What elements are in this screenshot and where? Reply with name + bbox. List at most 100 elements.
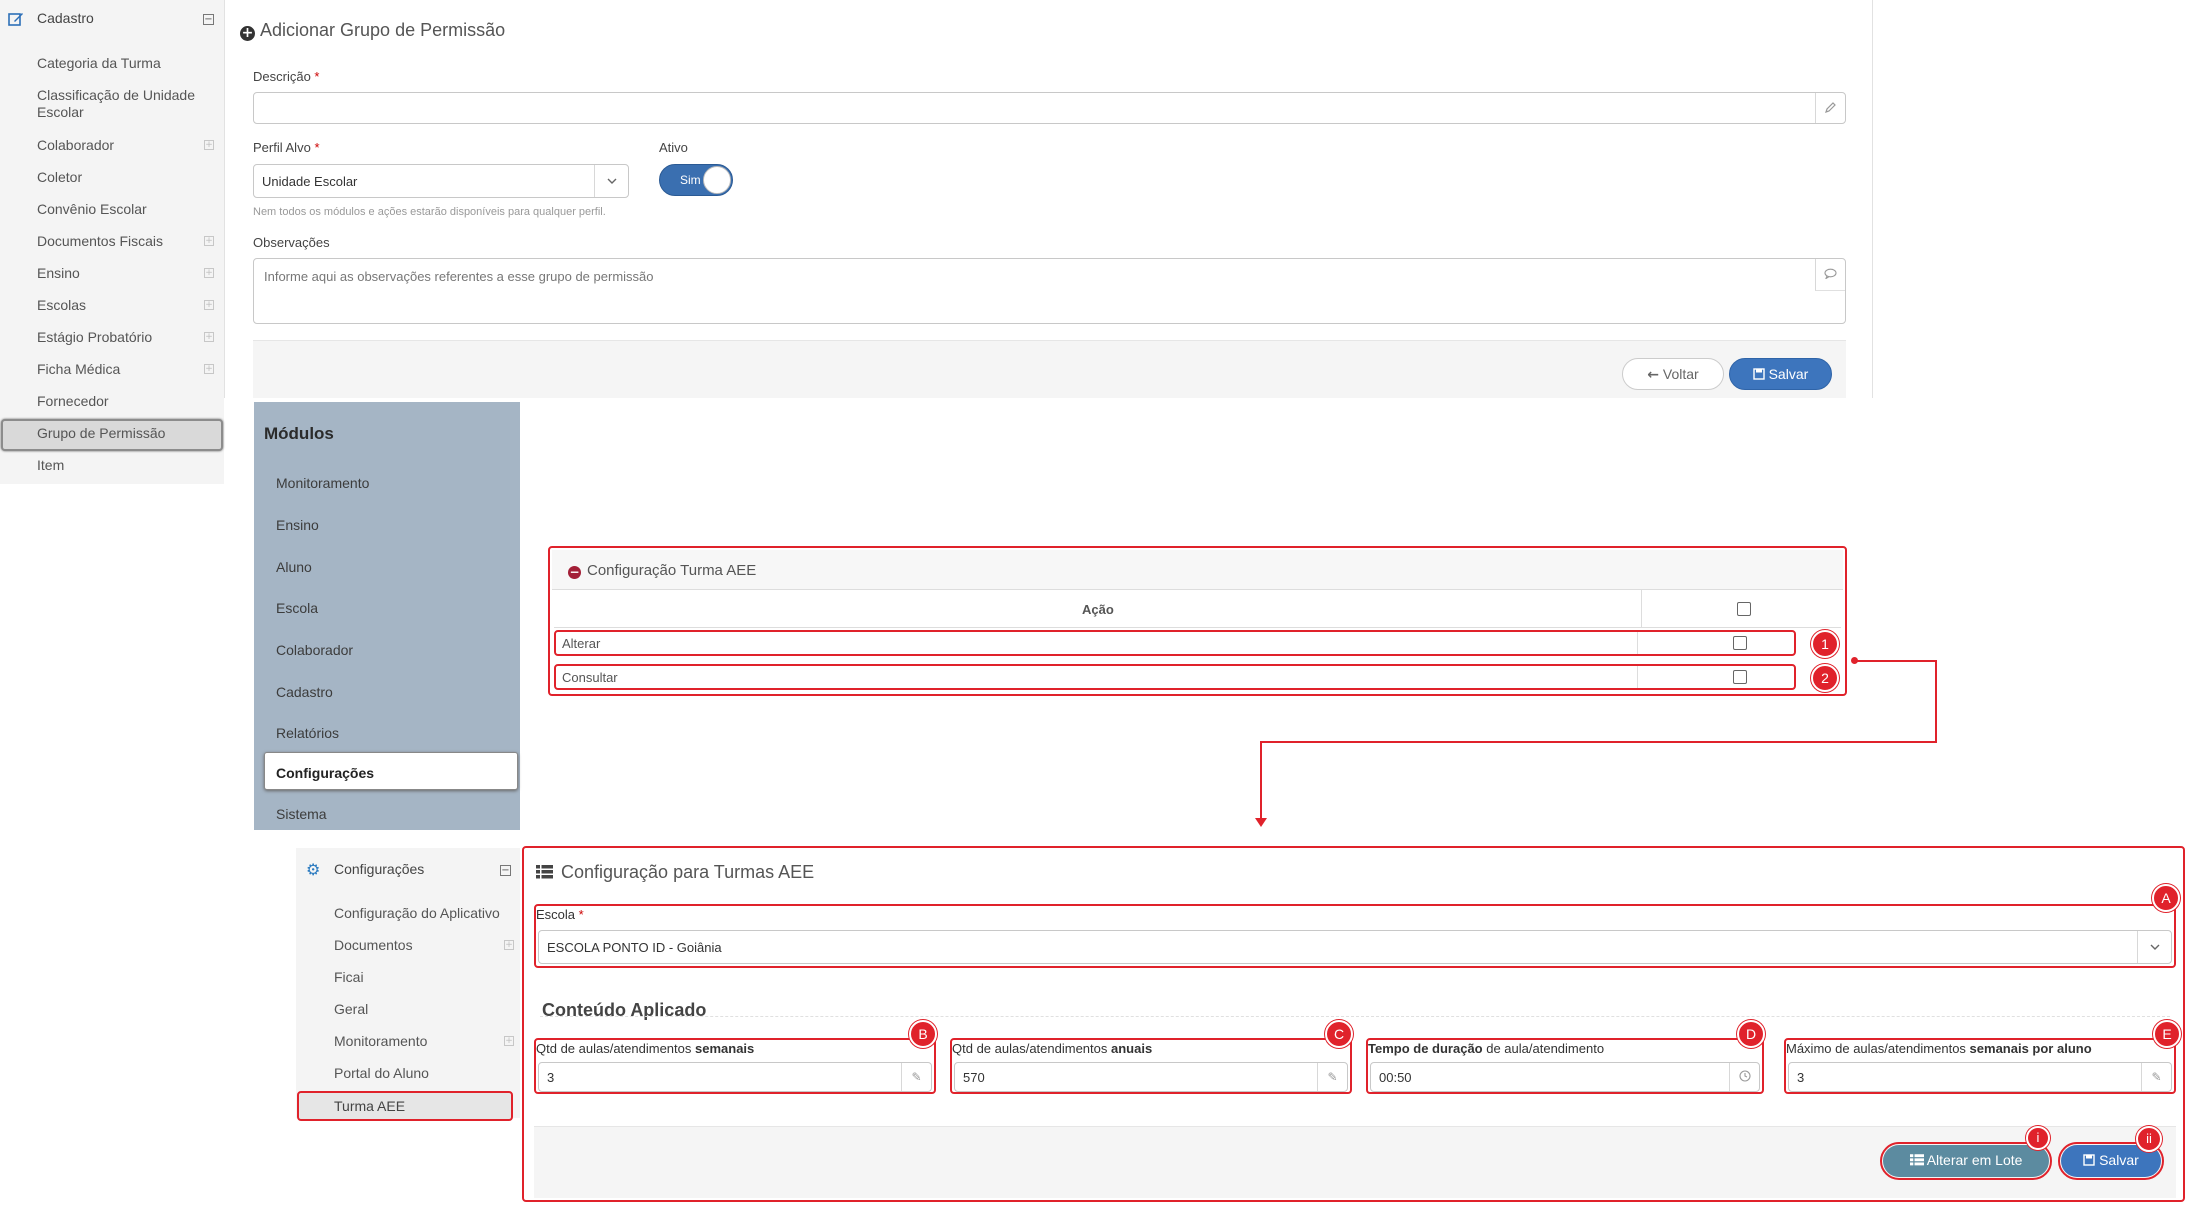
consultar-checkbox[interactable] bbox=[1733, 670, 1747, 684]
field-group-maximo: Máximo de aulas/atendimentos semanais po… bbox=[1784, 1038, 2176, 1094]
arrow-left-icon: ← bbox=[1647, 367, 1660, 383]
config-item-aplicativo[interactable]: Configuração do Aplicativo bbox=[334, 905, 500, 922]
expand-icon[interactable]: + bbox=[204, 332, 214, 342]
select-all-checkbox[interactable] bbox=[1737, 602, 1751, 616]
divider bbox=[224, 0, 225, 398]
voltar-button[interactable]: ← Voltar bbox=[1622, 358, 1724, 390]
module-item-escola[interactable]: Escola bbox=[276, 600, 318, 616]
config-item-ficai[interactable]: Ficai bbox=[334, 969, 364, 986]
module-item-ensino[interactable]: Ensino bbox=[276, 517, 319, 533]
sidebar-item-item[interactable]: Item bbox=[37, 457, 64, 474]
table-row-consultar: Consultar bbox=[554, 664, 1796, 690]
sidebar-item-ensino[interactable]: Ensino bbox=[37, 265, 80, 282]
config-item-monitoramento[interactable]: Monitoramento bbox=[334, 1033, 427, 1050]
config-item-turma-aee[interactable]: Turma AEE bbox=[297, 1091, 513, 1121]
sidebar-item-estagio-probatorio[interactable]: Estágio Probatório bbox=[37, 329, 152, 346]
annotation-badge: C bbox=[1325, 1020, 1353, 1048]
sidebar-header-label: Cadastro bbox=[37, 10, 94, 26]
sidebar-item-colaborador[interactable]: Colaborador bbox=[37, 137, 114, 154]
expand-icon[interactable]: + bbox=[204, 364, 214, 374]
ativo-toggle[interactable]: Sim bbox=[659, 164, 733, 196]
comment-icon bbox=[1815, 259, 1845, 291]
field-group-anuais: Qtd de aulas/atendimentos anuais 570 ✎ bbox=[950, 1038, 1352, 1094]
expand-icon[interactable]: + bbox=[204, 268, 214, 278]
acao-column-header: Ação bbox=[1082, 602, 1114, 617]
config-sidebar-header[interactable]: Configurações bbox=[334, 861, 424, 877]
annotation-badge: B bbox=[909, 1020, 937, 1048]
perfil-alvo-select[interactable]: Unidade Escolar bbox=[253, 164, 629, 198]
config-item-portal-do-aluno[interactable]: Portal do Aluno bbox=[334, 1065, 429, 1082]
connector-line bbox=[1935, 660, 1937, 743]
alterar-checkbox[interactable] bbox=[1733, 636, 1747, 650]
sidebar-item-fornecedor[interactable]: Fornecedor bbox=[37, 393, 109, 410]
config-item-documentos[interactable]: Documentos bbox=[334, 937, 413, 954]
expand-icon[interactable]: + bbox=[504, 940, 514, 950]
modulos-title: Módulos bbox=[264, 424, 334, 443]
module-item-configuracoes[interactable]: Configurações bbox=[276, 765, 374, 781]
descricao-input[interactable] bbox=[253, 92, 1846, 124]
sidebar-item-escolas[interactable]: Escolas bbox=[37, 297, 86, 314]
module-item-monitoramento[interactable]: Monitoramento bbox=[276, 475, 369, 491]
sidebar-item-classificacao[interactable]: Classificação de Unidade Escolar bbox=[37, 87, 207, 121]
collapse-icon[interactable]: − bbox=[500, 865, 511, 876]
sidebar-item-categoria-da-turma[interactable]: Categoria da Turma bbox=[37, 55, 161, 72]
turmas-aee-config-panel: Configuração para Turmas AEE Escola * ES… bbox=[522, 846, 2185, 1202]
minus-circle-icon[interactable]: − bbox=[568, 566, 581, 579]
annotation-badge: 1 bbox=[1811, 630, 1839, 658]
salvar-button[interactable]: Salvar bbox=[1729, 358, 1832, 390]
annotation-badge: i bbox=[2026, 1126, 2050, 1150]
gear-icon: ⚙ bbox=[306, 860, 321, 879]
clock-icon bbox=[1729, 1063, 1759, 1091]
field-group-duracao: Tempo de duração de aula/atendimento 00:… bbox=[1366, 1038, 1764, 1094]
module-item-aluno[interactable]: Aluno bbox=[276, 559, 312, 575]
config-item-label: Turma AEE bbox=[334, 1098, 406, 1114]
row-label: Consultar bbox=[562, 670, 618, 685]
chevron-down-icon[interactable] bbox=[2137, 931, 2171, 963]
connector-line bbox=[1260, 741, 1937, 743]
section-divider bbox=[540, 1016, 2170, 1017]
qtd-semanais-input[interactable]: 3 ✎ bbox=[538, 1062, 932, 1092]
module-item-colaborador[interactable]: Colaborador bbox=[276, 642, 353, 658]
sidebar-header[interactable]: Cadastro − bbox=[0, 0, 224, 38]
pencil-icon bbox=[1815, 93, 1845, 123]
expand-icon[interactable]: + bbox=[204, 236, 214, 246]
field-label: Tempo de duração de aula/atendimento bbox=[1368, 1041, 1605, 1056]
sidebar-item-grupo-de-permissao[interactable]: Grupo de Permissão bbox=[37, 425, 165, 442]
perfil-alvo-label: Perfil Alvo * bbox=[253, 140, 320, 155]
annotation-badge: D bbox=[1737, 1020, 1765, 1048]
collapse-icon[interactable]: − bbox=[203, 14, 214, 25]
escola-select[interactable]: ESCOLA PONTO ID - Goiânia bbox=[538, 930, 2172, 964]
turma-aee-permissions-table: − Configuração Turma AEE Ação Alterar 1 C… bbox=[548, 546, 1847, 696]
row-label: Alterar bbox=[562, 636, 601, 651]
edit-icon: ✎ bbox=[901, 1063, 931, 1091]
annotation-badge: ii bbox=[2136, 1126, 2162, 1152]
alterar-em-lote-button[interactable]: Alterar em Lote bbox=[1883, 1145, 2049, 1177]
page-title: + Adicionar Grupo de Permissão bbox=[240, 20, 506, 41]
module-item-cadastro[interactable]: Cadastro bbox=[276, 684, 333, 700]
sidebar-item-coletor[interactable]: Coletor bbox=[37, 169, 82, 186]
module-item-relatorios[interactable]: Relatórios bbox=[276, 725, 339, 741]
edit-icon bbox=[8, 11, 24, 27]
expand-icon[interactable]: + bbox=[204, 140, 214, 150]
config-item-geral[interactable]: Geral bbox=[334, 1001, 368, 1018]
qtd-anuais-input[interactable]: 570 ✎ bbox=[954, 1062, 1348, 1092]
tempo-duracao-input[interactable]: 00:50 bbox=[1370, 1062, 1760, 1092]
form-footer bbox=[253, 340, 1846, 398]
modulos-panel: Módulos Monitoramento Ensino Aluno Escol… bbox=[254, 402, 520, 830]
chevron-down-icon[interactable] bbox=[594, 165, 628, 197]
observacoes-textarea[interactable]: Informe aqui as observações referentes a… bbox=[253, 258, 1846, 324]
plus-circle-icon: + bbox=[240, 25, 255, 41]
list-icon bbox=[536, 863, 553, 879]
sidebar-item-convenio-escolar[interactable]: Convênio Escolar bbox=[37, 201, 147, 218]
expand-icon[interactable]: + bbox=[204, 300, 214, 310]
sidebar-item-ficha-medica[interactable]: Ficha Médica bbox=[37, 361, 120, 378]
config-panel-title: Configuração para Turmas AEE bbox=[536, 862, 814, 883]
ativo-label: Ativo bbox=[659, 140, 688, 155]
perfil-alvo-value: Unidade Escolar bbox=[262, 174, 358, 189]
maximo-semanais-input[interactable]: 3 ✎ bbox=[1788, 1062, 2172, 1092]
module-item-sistema[interactable]: Sistema bbox=[276, 806, 327, 822]
edit-icon: ✎ bbox=[2141, 1063, 2171, 1091]
expand-icon[interactable]: + bbox=[504, 1036, 514, 1046]
conteudo-aplicado-title: Conteúdo Aplicado bbox=[542, 1000, 707, 1020]
sidebar-item-documentos-fiscais[interactable]: Documentos Fiscais bbox=[37, 233, 163, 250]
